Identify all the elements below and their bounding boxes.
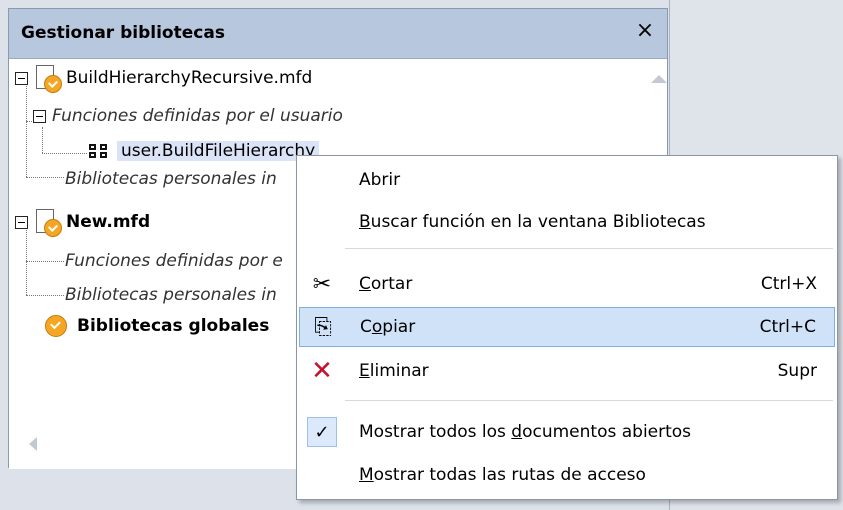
menu-item-open[interactable]: Abrir — [299, 160, 835, 200]
close-icon[interactable]: × — [633, 19, 657, 43]
tree-item-personal-libs[interactable]: Bibliotecas personales in — [65, 169, 277, 189]
tree-item-user-functions[interactable]: Funciones definidas por el usuario — [33, 106, 343, 126]
menu-item-label: Abrir — [359, 170, 401, 190]
tree-item-file2[interactable]: New.mfd — [15, 207, 150, 237]
shortcut-label: Ctrl+C — [759, 317, 816, 337]
tree-item-personal-libs[interactable]: Bibliotecas personales in — [65, 285, 277, 305]
menu-item-label: Cortar — [359, 274, 413, 294]
menu-item-label: Copiar — [360, 317, 416, 337]
group-label: Bibliotecas personales in — [65, 169, 277, 189]
menu-item-show-all-paths[interactable]: Mostrar todas las rutas de acceso — [299, 455, 835, 495]
global-library-icon — [45, 315, 67, 337]
checkmark-icon: ✓ — [299, 412, 345, 452]
menu-item-label: Buscar función en la ventana Bibliotecas — [359, 212, 706, 232]
tree-item-file1[interactable]: BuildHierarchyRecursive.mfd — [15, 63, 312, 93]
menu-item-show-all-open-documents[interactable]: ✓ Mostrar todos los documentos abiertos — [299, 412, 835, 452]
shortcut-label: Ctrl+X — [760, 274, 817, 294]
menu-item-label: Mostrar todas las rutas de acceso — [359, 465, 646, 485]
scroll-left-icon[interactable] — [29, 437, 37, 451]
panel-title: Gestionar bibliotecas — [21, 23, 225, 43]
tree-item-global-libs[interactable]: Bibliotecas globales — [45, 315, 269, 337]
group-label: Funciones definidas por el usuario — [52, 106, 343, 126]
delete-icon: ✕ — [311, 356, 333, 386]
collapse-icon[interactable] — [33, 109, 46, 123]
tree-line — [26, 83, 27, 177]
menu-item-copy[interactable]: ⎘ Copiar Ctrl+C — [299, 307, 835, 347]
tree-line — [26, 177, 64, 178]
context-menu: Abrir Buscar función en la ventana Bibli… — [296, 155, 838, 500]
tree-line — [26, 295, 64, 296]
mapping-file-icon — [34, 63, 62, 93]
menu-item-delete[interactable]: ✕ Eliminar Supr — [299, 351, 835, 391]
mapping-file-icon — [34, 207, 62, 237]
menu-separator — [345, 248, 833, 249]
scissors-icon: ✂ — [312, 271, 332, 297]
copy-icon: ⎘ — [314, 314, 332, 340]
function-icon — [89, 143, 111, 159]
group-label: Bibliotecas personales in — [65, 285, 277, 305]
menu-item-cut[interactable]: ✂ Cortar Ctrl+X — [299, 264, 835, 304]
function-label: user.BuildFileHierarchy — [117, 141, 320, 161]
shortcut-label: Supr — [777, 361, 817, 381]
group-label: Bibliotecas globales — [77, 316, 270, 336]
tree-item-user-functions[interactable]: Funciones definidas por e — [65, 251, 283, 271]
group-label: Funciones definidas por e — [65, 251, 283, 271]
tree-line — [42, 153, 87, 154]
scroll-up-icon[interactable] — [651, 75, 667, 83]
file-name: BuildHierarchyRecursive.mfd — [66, 68, 313, 88]
menu-item-find-in-libraries[interactable]: Buscar función en la ventana Bibliotecas — [299, 202, 835, 242]
tree-line — [42, 127, 43, 153]
menu-item-label: Mostrar todos los documentos abiertos — [359, 422, 692, 442]
collapse-icon[interactable] — [15, 71, 28, 85]
menu-item-label: Eliminar — [359, 361, 429, 381]
file-name: New.mfd — [66, 212, 151, 232]
menu-separator — [345, 400, 833, 401]
collapse-icon[interactable] — [15, 215, 28, 229]
panel-header: Gestionar bibliotecas × — [9, 9, 667, 59]
tree-item-function[interactable]: user.BuildFileHierarchy — [89, 141, 320, 161]
tree-line — [26, 261, 64, 262]
